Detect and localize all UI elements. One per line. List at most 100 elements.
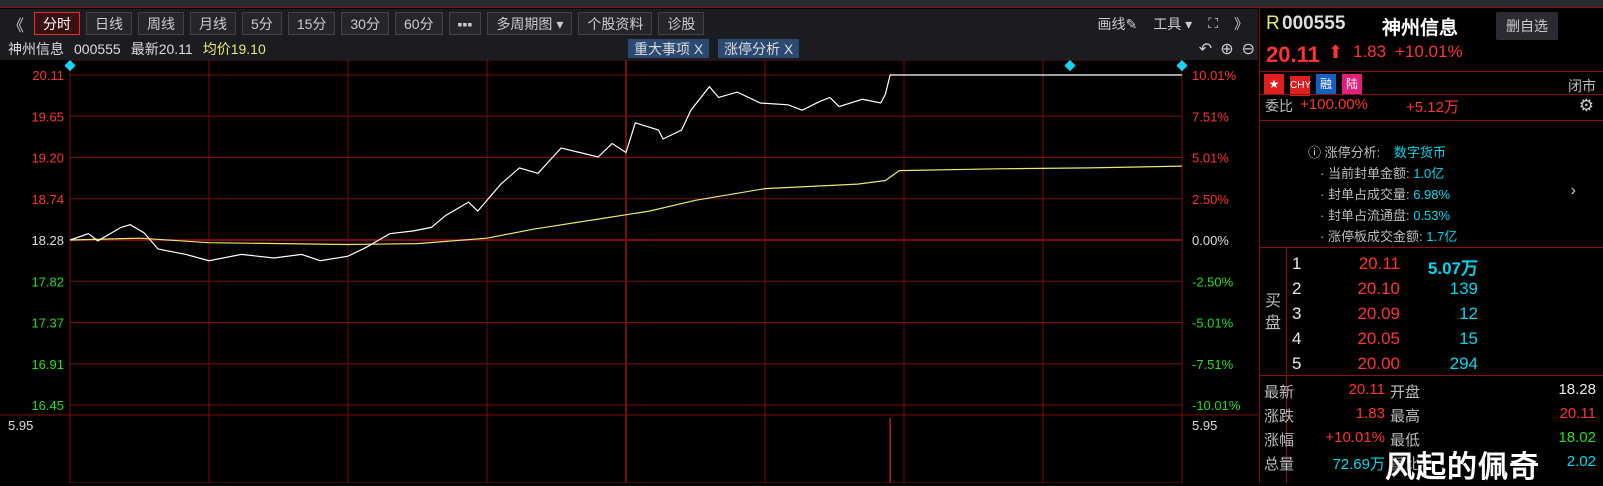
collapse-left-button[interactable]: 《 (4, 12, 28, 35)
stat-value: 18.28 (1558, 381, 1596, 398)
expand-chevron-icon[interactable]: › (1571, 182, 1576, 200)
bid-level: 1 (1292, 254, 1302, 273)
diagnose-button[interactable]: 诊股 (658, 12, 705, 35)
pct-tick-label: -10.01% (1192, 398, 1241, 413)
stock-name: 神州信息 (8, 41, 64, 57)
bid-price: 20.10 (1357, 279, 1400, 298)
tab-monthly[interactable]: 月线 (190, 12, 237, 35)
r-marker: R (1266, 13, 1280, 34)
zt-value: 1.0亿 (1413, 166, 1445, 181)
zt-label: · 封单占流通盘: (1320, 208, 1410, 223)
stat-label: 涨幅 (1264, 432, 1295, 449)
pct-tick-label: -5.01% (1192, 316, 1234, 331)
quote-panel: R 000555 神州信息 删自选 20.11 ⬆ 1.83 +10.01% ★… (1259, 9, 1603, 483)
quote-price: 20.11 (1266, 42, 1320, 67)
tab-5min[interactable]: 5分 (242, 12, 282, 35)
bid-level: 2 (1292, 279, 1302, 298)
tab-60min[interactable]: 60分 (394, 12, 443, 35)
tab-30min[interactable]: 30分 (341, 12, 389, 35)
cny-badge: CHY (1290, 76, 1311, 96)
order-diff: +5.12万 (1406, 99, 1459, 116)
pct-tick-label: -7.51% (1192, 357, 1234, 372)
stat-label: 开盘 (1390, 384, 1421, 401)
intraday-chart: 20.11 10.01% 19.65 7.51% 19.20 5.01% 18.74 2.50… (0, 60, 1258, 483)
tag-limit-up-analysis[interactable]: 涨停分析 X (718, 39, 800, 58)
zt-value: 0.53% (1413, 208, 1451, 223)
bid-price: 20.09 (1357, 304, 1400, 323)
bid-price: 20.05 (1357, 329, 1400, 348)
price-tick-label: 16.45 (31, 398, 64, 413)
bid-volume: 15 (1459, 329, 1478, 348)
bid-price: 20.11 (1358, 254, 1400, 273)
stat-value: 72.69万 (1332, 456, 1385, 473)
zt-value: 1.7亿 (1426, 229, 1458, 244)
bid-volume: 294 (1449, 354, 1478, 373)
pct-tick-label: 5.01% (1192, 151, 1229, 166)
stat-label: 总量 (1264, 456, 1295, 473)
stock-profile-button[interactable]: 个股资料 (578, 12, 653, 35)
price-tick-label: 17.82 (31, 274, 64, 289)
zoom-out-icon[interactable]: ⊖ (1242, 39, 1255, 59)
bid-volume: 5.07万 (1427, 259, 1478, 278)
zt-value: 6.98% (1413, 187, 1451, 202)
latest-price: 最新20.11 (130, 41, 193, 57)
tab-15min[interactable]: 15分 (287, 12, 336, 35)
quote-code: 000555 (1282, 13, 1346, 34)
zt-concept[interactable]: 数字货币 (1394, 145, 1446, 160)
undo-icon[interactable]: ↶ (1199, 39, 1212, 59)
bid-level: 4 (1292, 329, 1302, 348)
settings-gear-icon[interactable]: ⚙ (1579, 96, 1594, 116)
stat-label: 最新 (1264, 384, 1295, 401)
more-button[interactable]: ▪▪▪ (448, 12, 482, 35)
bid-price: 20.00 (1357, 354, 1400, 373)
price-tick-label: 19.20 (31, 151, 64, 166)
price-tick-label: 20.11 (32, 68, 64, 83)
order-ratio-label: 委比 (1265, 98, 1293, 114)
zoom-in-icon[interactable]: ⊕ (1220, 39, 1233, 59)
draw-button[interactable]: 画线✎ (1098, 14, 1138, 34)
stat-value: +10.01% (1325, 429, 1385, 446)
quote-pct: +10.01% (1395, 42, 1463, 61)
pct-tick-label: -2.50% (1192, 274, 1234, 289)
margin-badge: 融 (1316, 74, 1336, 94)
tag-major-events[interactable]: 重大事项 X (628, 39, 710, 58)
bid-level: 5 (1292, 354, 1302, 373)
bid-volume: 12 (1459, 304, 1478, 323)
price-tick-label: 18.74 (31, 192, 64, 207)
tools-dropdown[interactable]: 工具 ▾ (1153, 14, 1192, 34)
remove-watchlist-button[interactable]: 删自选 (1496, 12, 1558, 40)
tab-weekly[interactable]: 周线 (138, 12, 185, 35)
quote-change: 1.83 (1353, 42, 1387, 61)
price-tick-label: 19.65 (31, 109, 64, 124)
stat-value: 20.11 (1559, 405, 1596, 422)
price-tick-label: 17.37 (31, 316, 64, 331)
collapse-right-button[interactable]: 》 (1234, 14, 1248, 34)
tab-daily[interactable]: 日线 (86, 12, 133, 35)
avg-price: 均价19.10 (202, 41, 266, 57)
up-arrow-icon: ⬆ (1328, 42, 1344, 62)
pencil-icon: ✎ (1125, 15, 1138, 32)
zt-label: · 封单占成交量: (1320, 187, 1410, 202)
pct-tick-label: 0.00% (1192, 233, 1229, 248)
fullscreen-icon[interactable]: ⛶ (1208, 15, 1218, 32)
draw-label: 画线 (1097, 15, 1126, 32)
pct-tick-label: 2.50% (1192, 192, 1229, 207)
pct-tick-label: 7.51% (1192, 109, 1229, 124)
price-tick-label: 16.91 (31, 357, 64, 372)
bid-label: 买盘 (1265, 293, 1282, 332)
volume-tick-label: 5.95 (1192, 418, 1217, 433)
zt-label: · 当前封单金额: (1320, 166, 1410, 181)
stat-label: 涨跌 (1264, 408, 1295, 425)
multi-period-dropdown[interactable]: 多周期图 ▾ (487, 12, 573, 35)
top-strip (0, 0, 1603, 8)
bid-volume: 139 (1449, 279, 1478, 298)
stat-value: 20.11 (1348, 381, 1385, 398)
zt-label: · 涨停板成交金额: (1320, 229, 1423, 244)
watermark: 风起的佩奇 (1385, 451, 1540, 484)
quote-name: 神州信息 (1382, 18, 1459, 39)
stock-code: 000555 (74, 41, 121, 57)
bid-level: 3 (1292, 304, 1302, 323)
volume-tick-label: 5.95 (8, 418, 33, 433)
zt-title: 涨停分析: (1324, 145, 1381, 160)
tab-intraday[interactable]: 分时 (34, 12, 81, 35)
